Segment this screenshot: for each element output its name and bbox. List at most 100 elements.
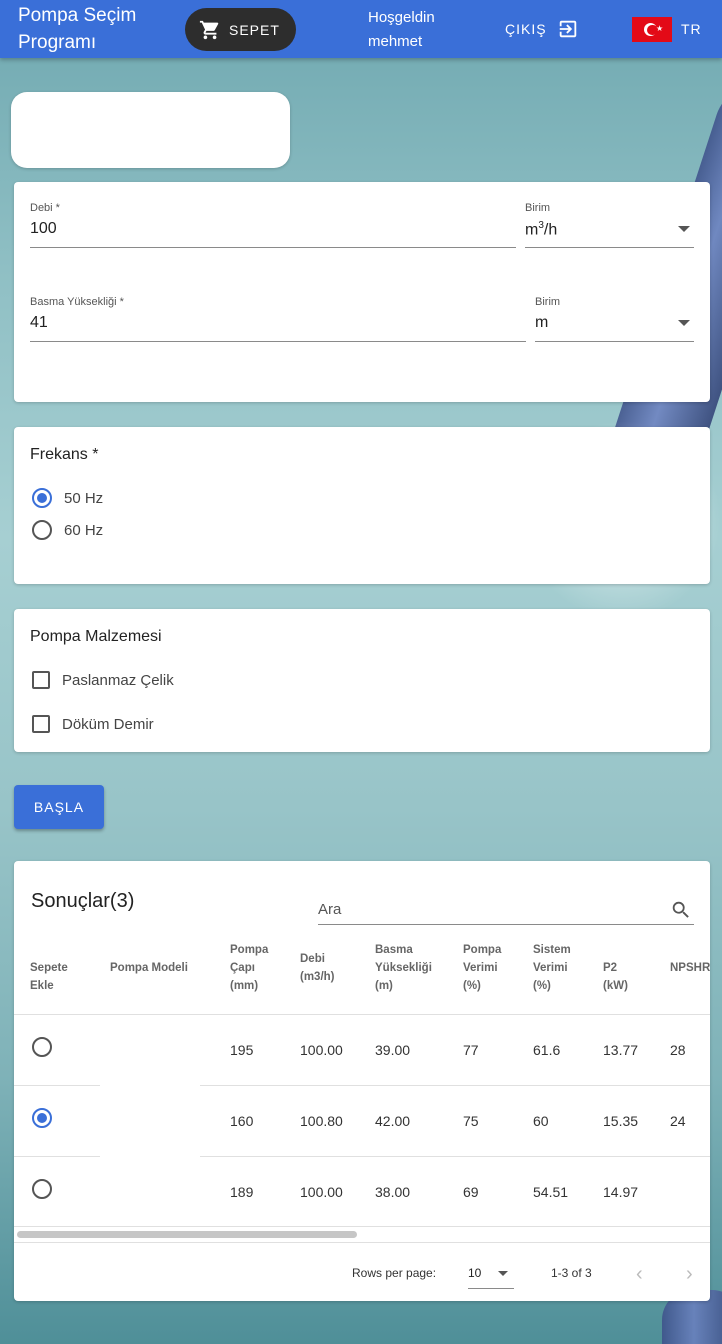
column-header[interactable]: Pompa Çapı (mm) [230, 941, 268, 995]
radio-selected[interactable] [32, 488, 52, 508]
head-unit-value: m [535, 314, 549, 331]
column-header-text: Ekle [30, 980, 54, 992]
column-header-text: Verimi [463, 962, 498, 974]
head-field[interactable]: Basma Yüksekliği * 41 [30, 296, 526, 342]
column-header[interactable]: Debi (m3/h) [300, 950, 335, 986]
flow-field[interactable]: Debi * 100 [30, 202, 516, 248]
column-header-text: (m3/h) [300, 971, 335, 983]
logout-icon [559, 20, 576, 38]
search-icon[interactable] [670, 899, 692, 921]
welcome-text: Hoşgeldin mehmet [368, 6, 435, 54]
column-header[interactable]: NPSHR [670, 959, 710, 977]
column-header-text: Pompa [230, 944, 269, 956]
cell-p2: 13.77 [603, 1042, 639, 1058]
flow-label: Debi * [30, 202, 60, 214]
column-header-text: Sistem [533, 944, 571, 956]
chevron-right-icon[interactable]: › [686, 1263, 693, 1286]
checkbox[interactable] [32, 715, 50, 733]
frequency-option-label: 60 Hz [64, 521, 104, 539]
cell-diameter: 195 [230, 1042, 254, 1058]
column-header[interactable]: Pompa Modeli [110, 959, 188, 977]
column-header-text: NPSHR [670, 962, 710, 974]
frequency-option-60hz[interactable]: 60 Hz [32, 520, 103, 540]
cell-flow: 100.00 [300, 1042, 343, 1058]
table-row[interactable]: 160 100.80 42.00 75 60 15.35 24 [14, 1086, 710, 1157]
column-header-text: (%) [533, 980, 551, 992]
flow-input[interactable]: 100 [30, 220, 57, 238]
flow-unit-label: Birim [525, 202, 551, 214]
chevron-down-icon [678, 320, 690, 326]
chevron-down-icon [498, 1271, 508, 1276]
material-option-cast-iron[interactable]: Döküm Demir [32, 715, 154, 733]
column-header[interactable]: P2 (kW) [603, 959, 628, 995]
results-title: Sonuçlar(3) [31, 890, 135, 912]
table-bottom-divider [14, 1226, 710, 1227]
column-header-text: (mm) [230, 980, 259, 992]
column-header-text: (kW) [603, 980, 628, 992]
head-unit-select[interactable]: Birim m [535, 296, 694, 342]
flow-unit-value: m3/h [525, 220, 558, 239]
logout-label: ÇIKIŞ [505, 21, 547, 37]
radio-unselected[interactable] [32, 520, 52, 540]
cell-sys-eff: 61.6 [533, 1042, 561, 1058]
language-label[interactable]: TR [681, 21, 702, 37]
frequency-title: Frekans * [30, 446, 99, 463]
column-header[interactable]: Sepete Ekle [30, 959, 68, 995]
material-option-label: Paslanmaz Çelik [62, 671, 174, 689]
cell-head: 38.00 [375, 1184, 411, 1200]
head-unit-label: Birim [535, 296, 561, 308]
horizontal-scrollbar[interactable] [17, 1231, 357, 1238]
chevron-left-icon[interactable]: ‹ [636, 1263, 643, 1286]
column-header[interactable]: Sistem Verimi (%) [533, 941, 571, 995]
column-header-text: P2 [603, 962, 618, 974]
frequency-option-50hz[interactable]: 50 Hz [32, 488, 103, 508]
cell-flow: 100.00 [300, 1184, 343, 1200]
cart-button[interactable]: SEPET [185, 8, 296, 51]
cell-p2: 14.97 [603, 1184, 639, 1200]
column-header-text: Verimi [533, 962, 568, 974]
cell-npshr: 24 [670, 1113, 686, 1129]
head-label: Basma Yüksekliği * [30, 296, 124, 308]
results-card: Sonuçlar(3) Ara Sepete Ekle Pompa Modeli Po… [14, 861, 710, 1301]
column-header-text: (%) [463, 980, 481, 992]
cell-diameter: 160 [230, 1113, 254, 1129]
welcome-username: mehmet [368, 33, 423, 50]
chevron-down-icon [678, 226, 690, 232]
app-title: Pompa Seçim Programı [18, 5, 137, 53]
column-header-text: Debi [300, 953, 325, 965]
rows-per-page-select[interactable]: 10 [468, 1261, 514, 1289]
start-button[interactable]: BAŞLA [14, 785, 104, 829]
column-header[interactable]: Basma Yüksekliği (m) [375, 941, 432, 995]
turkey-flag-icon[interactable]: ★ [632, 17, 672, 42]
table-row[interactable]: 195 100.00 39.00 77 61.6 13.77 28 [14, 1015, 710, 1086]
column-header-text: (m) [375, 980, 393, 992]
material-title: Pompa Malzemesi [30, 628, 162, 645]
logout-button[interactable]: ÇIKIŞ [505, 18, 579, 40]
cell-sys-eff: 60 [533, 1113, 549, 1129]
column-header[interactable]: Pompa Verimi (%) [463, 941, 501, 995]
add-to-cart-radio[interactable] [32, 1037, 52, 1057]
material-option-stainless[interactable]: Paslanmaz Çelik [32, 671, 174, 689]
cell-sys-eff: 54.51 [533, 1184, 569, 1200]
rows-per-page-label: Rows per page: [352, 1266, 437, 1280]
add-to-cart-radio[interactable] [32, 1179, 52, 1199]
column-header-text: Pompa Modeli [110, 962, 188, 974]
column-header-text: Çapı [230, 962, 255, 974]
add-to-cart-radio[interactable] [32, 1108, 52, 1128]
cell-head: 39.00 [375, 1042, 411, 1058]
cell-diameter: 189 [230, 1184, 254, 1200]
cart-label: SEPET [229, 21, 280, 38]
cell-pump-eff: 77 [463, 1042, 479, 1058]
table-row[interactable]: 189 100.00 38.00 69 54.51 14.97 [14, 1157, 710, 1228]
flow-unit-select[interactable]: Birim m3/h [525, 202, 694, 248]
column-header-text: Yüksekliği [375, 962, 432, 974]
search-input[interactable]: Ara [318, 889, 694, 925]
cell-p2: 15.35 [603, 1113, 639, 1129]
checkbox[interactable] [32, 671, 50, 689]
top-app-bar: Pompa Seçim Programı SEPET Hoşgeldin meh… [0, 0, 722, 58]
footer-divider [14, 1242, 710, 1243]
empty-panel [11, 92, 290, 168]
pagination-range: 1-3 of 3 [551, 1266, 592, 1280]
frequency-option-label: 50 Hz [64, 489, 104, 507]
head-input[interactable]: 41 [30, 314, 48, 332]
